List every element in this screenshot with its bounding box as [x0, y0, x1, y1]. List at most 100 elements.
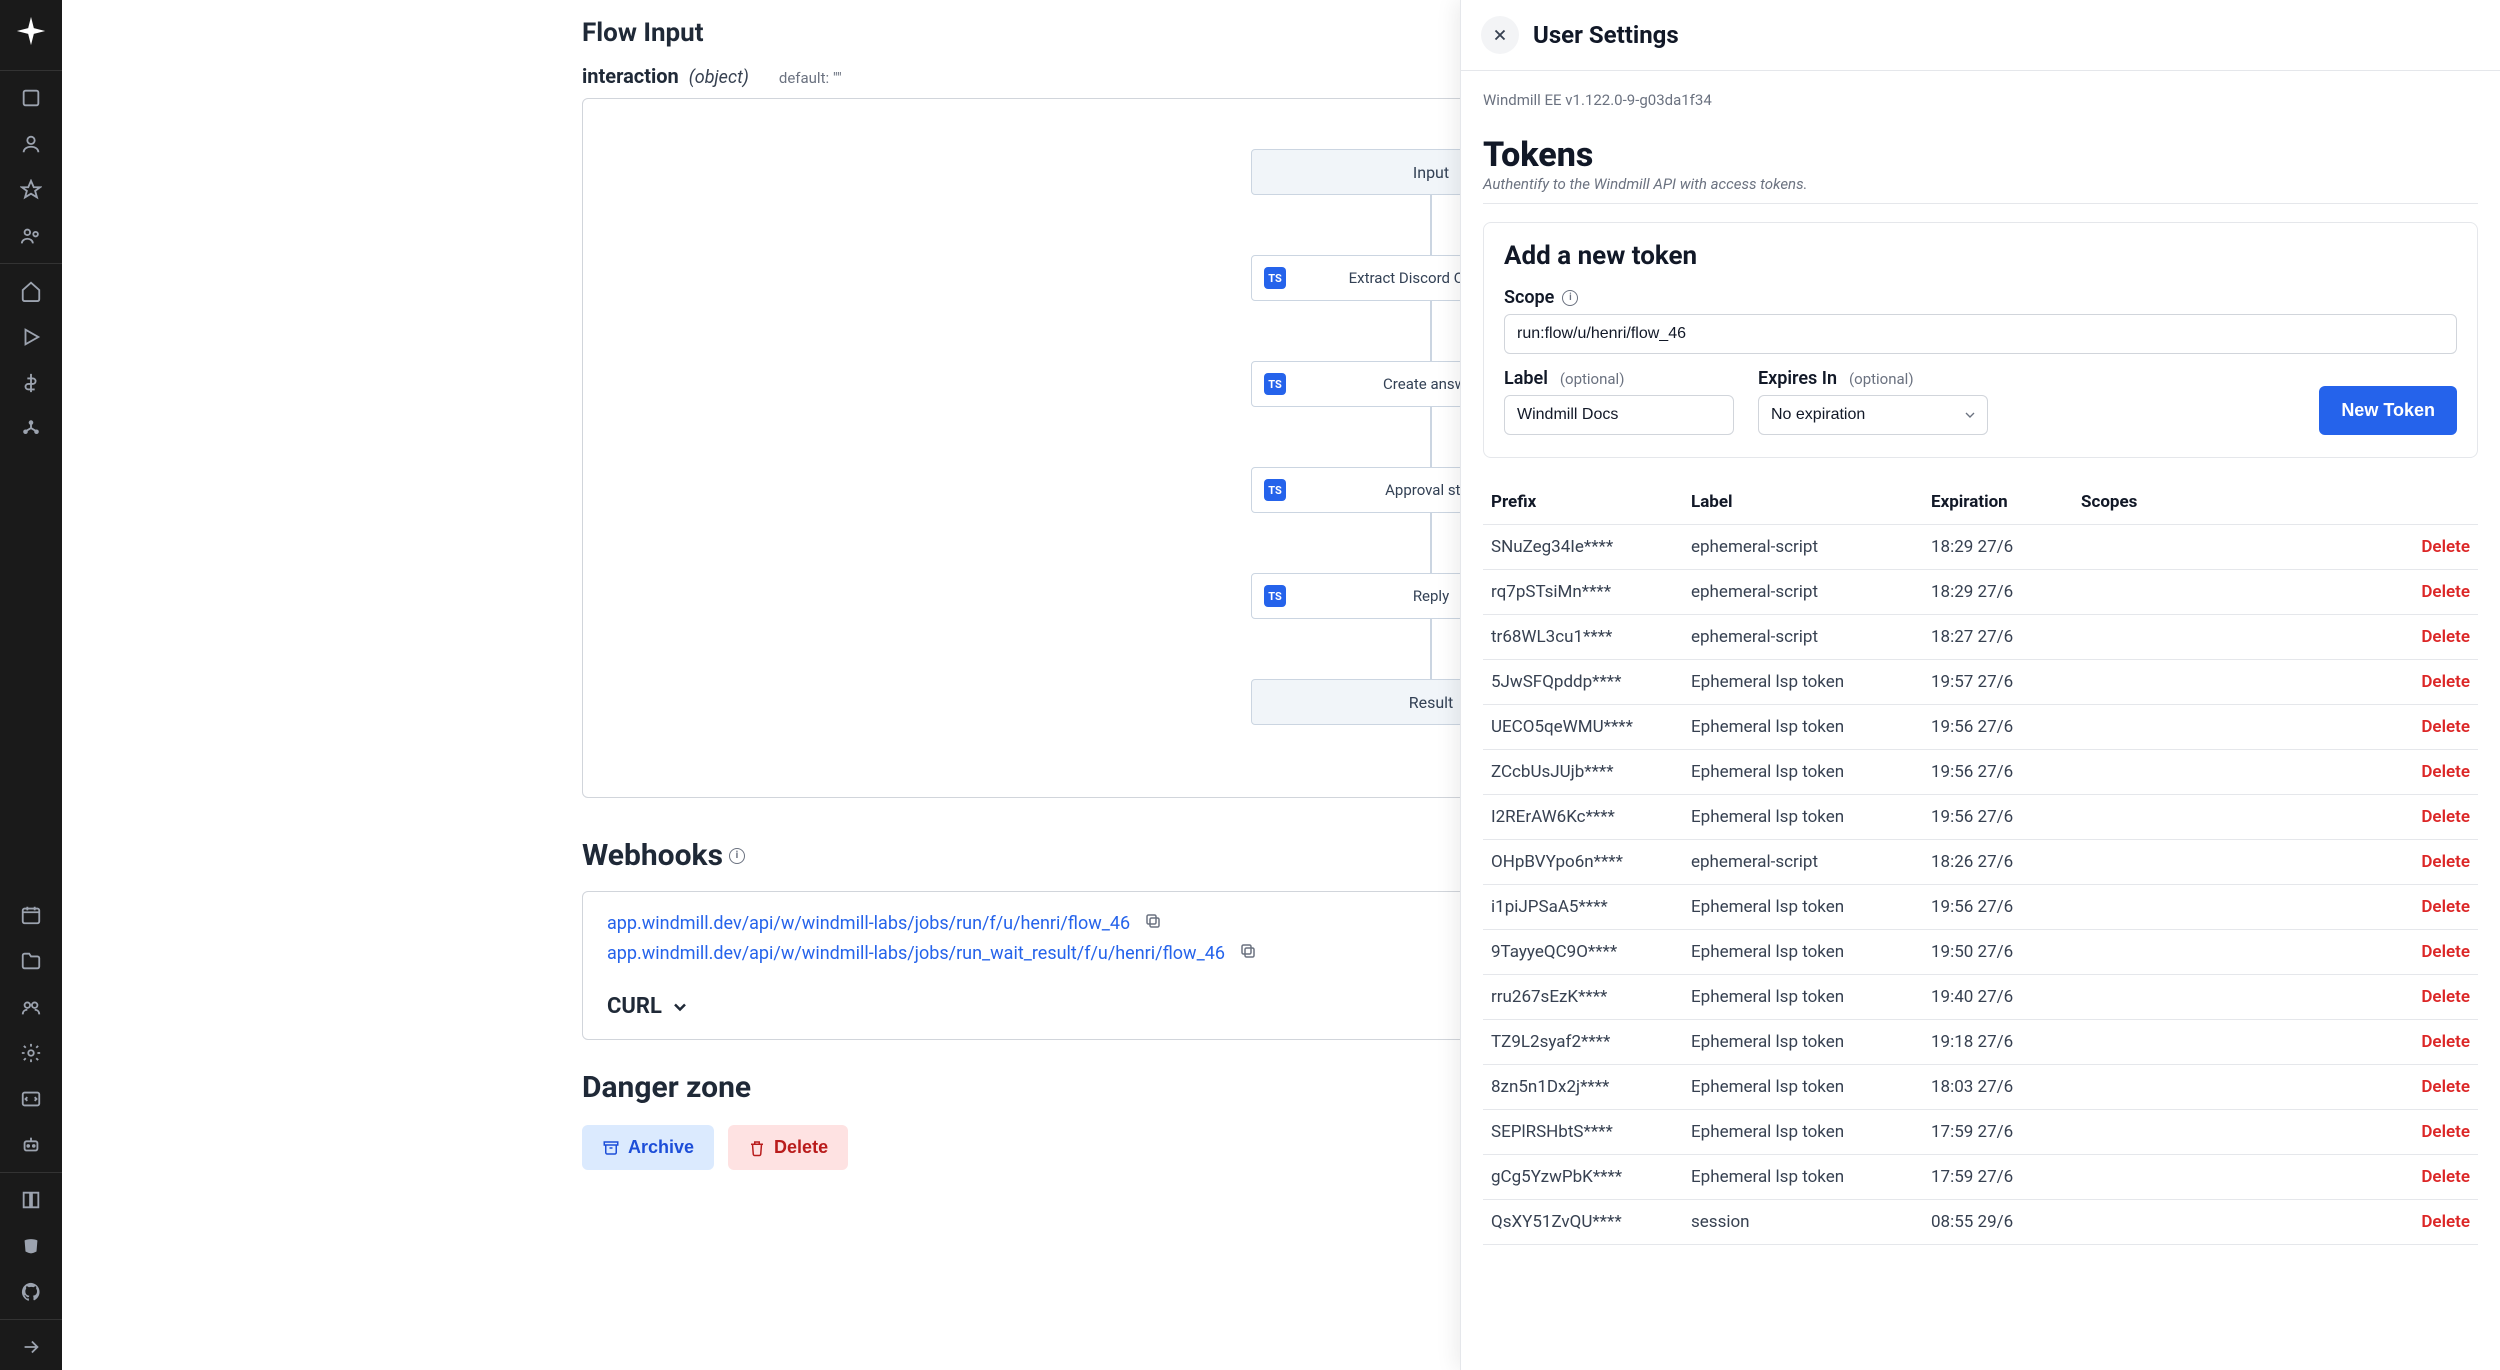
archive-button[interactable]: Archive — [582, 1125, 714, 1170]
scope-input[interactable] — [1504, 314, 2457, 354]
interaction-default: default: "" — [779, 69, 842, 87]
token-label: Ephemeral lsp token — [1691, 1167, 1931, 1187]
gear-icon[interactable] — [10, 1032, 52, 1074]
label-input[interactable] — [1504, 395, 1734, 435]
token-label: Ephemeral lsp token — [1691, 942, 1931, 962]
label-label: Label (optional) — [1504, 368, 1734, 389]
expires-select[interactable] — [1758, 395, 1988, 435]
delete-token-link[interactable]: Delete — [2380, 582, 2470, 602]
workspace-icon[interactable] — [10, 77, 52, 119]
token-expiration: 19:57 27/6 — [1931, 672, 2081, 692]
token-expiration: 18:03 27/6 — [1931, 1077, 2081, 1097]
user-icon[interactable] — [10, 123, 52, 165]
token-table: Prefix Label Expiration Scopes SNuZeg34I… — [1483, 480, 2478, 1245]
delete-token-link[interactable]: Delete — [2380, 807, 2470, 827]
token-row: SNuZeg34Ie**** ephemeral-script 18:29 27… — [1483, 525, 2478, 570]
token-row: gCg5YzwPbK**** Ephemeral lsp token 17:59… — [1483, 1155, 2478, 1200]
table-header-row: Prefix Label Expiration Scopes — [1483, 480, 2478, 525]
delete-token-link[interactable]: Delete — [2380, 1077, 2470, 1097]
folder-icon[interactable] — [10, 940, 52, 982]
delete-token-link[interactable]: Delete — [2380, 627, 2470, 647]
close-icon — [1491, 26, 1509, 44]
token-row: rru267sEzK**** Ephemeral lsp token 19:40… — [1483, 975, 2478, 1020]
token-expiration: 18:27 27/6 — [1931, 627, 2081, 647]
archive-icon — [602, 1139, 620, 1157]
webhook-url[interactable]: app.windmill.dev/api/w/windmill-labs/job… — [607, 943, 1225, 964]
token-expiration: 19:56 27/6 — [1931, 897, 2081, 917]
expand-icon[interactable] — [10, 1326, 52, 1368]
star-icon[interactable] — [10, 169, 52, 211]
delete-token-link[interactable]: Delete — [2380, 852, 2470, 872]
delete-token-link[interactable]: Delete — [2380, 672, 2470, 692]
delete-token-link[interactable]: Delete — [2380, 987, 2470, 1007]
token-prefix: UECO5qeWMU**** — [1491, 717, 1691, 737]
groups-icon[interactable] — [10, 986, 52, 1028]
token-expiration: 19:18 27/6 — [1931, 1032, 2081, 1052]
token-label: Ephemeral lsp token — [1691, 807, 1931, 827]
token-label: Ephemeral lsp token — [1691, 717, 1931, 737]
token-label: session — [1691, 1212, 1931, 1232]
delete-token-link[interactable]: Delete — [2380, 537, 2470, 557]
modal-header: User Settings — [1461, 0, 2500, 71]
book-icon[interactable] — [10, 1179, 52, 1221]
token-expiration: 17:59 27/6 — [1931, 1122, 2081, 1142]
delete-token-link[interactable]: Delete — [2380, 1032, 2470, 1052]
token-label: ephemeral-script — [1691, 627, 1931, 647]
tree-icon[interactable] — [10, 408, 52, 450]
calendar-icon[interactable] — [10, 894, 52, 936]
token-row: TZ9L2syaf2**** Ephemeral lsp token 19:18… — [1483, 1020, 2478, 1065]
token-row: 8zn5n1Dx2j**** Ephemeral lsp token 18:03… — [1483, 1065, 2478, 1110]
delete-token-link[interactable]: Delete — [2380, 1212, 2470, 1232]
new-token-button[interactable]: New Token — [2319, 386, 2457, 435]
delete-token-link[interactable]: Delete — [2380, 1167, 2470, 1187]
close-button[interactable] — [1481, 16, 1519, 54]
token-label: Ephemeral lsp token — [1691, 1032, 1931, 1052]
typescript-icon: TS — [1264, 267, 1286, 289]
token-label: Ephemeral lsp token — [1691, 1122, 1931, 1142]
interaction-type: (object) — [689, 67, 749, 88]
token-row: OHpBVYpo6n**** ephemeral-script 18:26 27… — [1483, 840, 2478, 885]
delete-token-link[interactable]: Delete — [2380, 942, 2470, 962]
token-row: ZCcbUsJUjb**** Ephemeral lsp token 19:56… — [1483, 750, 2478, 795]
webhook-url[interactable]: app.windmill.dev/api/w/windmill-labs/job… — [607, 913, 1130, 934]
token-prefix: tr68WL3cu1**** — [1491, 627, 1691, 647]
play-icon[interactable] — [10, 316, 52, 358]
delete-token-link[interactable]: Delete — [2380, 762, 2470, 782]
dollar-icon[interactable] — [10, 362, 52, 404]
token-prefix: QsXY51ZvQU**** — [1491, 1212, 1691, 1232]
delete-token-link[interactable]: Delete — [2380, 1122, 2470, 1142]
token-prefix: gCg5YzwPbK**** — [1491, 1167, 1691, 1187]
token-label: Ephemeral lsp token — [1691, 897, 1931, 917]
token-prefix: SNuZeg34Ie**** — [1491, 537, 1691, 557]
token-row: SEPlRSHbtS**** Ephemeral lsp token 17:59… — [1483, 1110, 2478, 1155]
token-prefix: TZ9L2syaf2**** — [1491, 1032, 1691, 1052]
token-row: I2RErAW6Kc**** Ephemeral lsp token 19:56… — [1483, 795, 2478, 840]
tokens-heading: Tokens — [1483, 135, 2478, 175]
windmill-logo — [14, 14, 48, 48]
user-settings-panel: User Settings Windmill EE v1.122.0-9-g03… — [1460, 0, 2500, 1370]
delete-button[interactable]: Delete — [728, 1125, 848, 1170]
token-prefix: OHpBVYpo6n**** — [1491, 852, 1691, 872]
token-prefix: 5JwSFQpddp**** — [1491, 672, 1691, 692]
delete-token-link[interactable]: Delete — [2380, 897, 2470, 917]
token-expiration: 18:29 27/6 — [1931, 537, 2081, 557]
token-label: ephemeral-script — [1691, 582, 1931, 602]
interaction-name: interaction — [582, 64, 679, 88]
left-sidebar — [0, 0, 62, 1370]
copy-icon[interactable] — [1239, 942, 1257, 964]
th-prefix: Prefix — [1491, 492, 1691, 512]
discord-icon[interactable] — [10, 1225, 52, 1267]
token-prefix: i1piJPSaA5**** — [1491, 897, 1691, 917]
token-label: ephemeral-script — [1691, 537, 1931, 557]
code-icon[interactable] — [10, 1078, 52, 1120]
github-icon[interactable] — [10, 1271, 52, 1313]
token-row: UECO5qeWMU**** Ephemeral lsp token 19:56… — [1483, 705, 2478, 750]
token-label: Ephemeral lsp token — [1691, 1077, 1931, 1097]
home-icon[interactable] — [10, 270, 52, 312]
robot-icon[interactable] — [10, 1124, 52, 1166]
token-expiration: 19:56 27/6 — [1931, 762, 2081, 782]
delete-token-link[interactable]: Delete — [2380, 717, 2470, 737]
copy-icon[interactable] — [1144, 912, 1162, 934]
token-label: Ephemeral lsp token — [1691, 762, 1931, 782]
users-icon[interactable] — [10, 215, 52, 257]
